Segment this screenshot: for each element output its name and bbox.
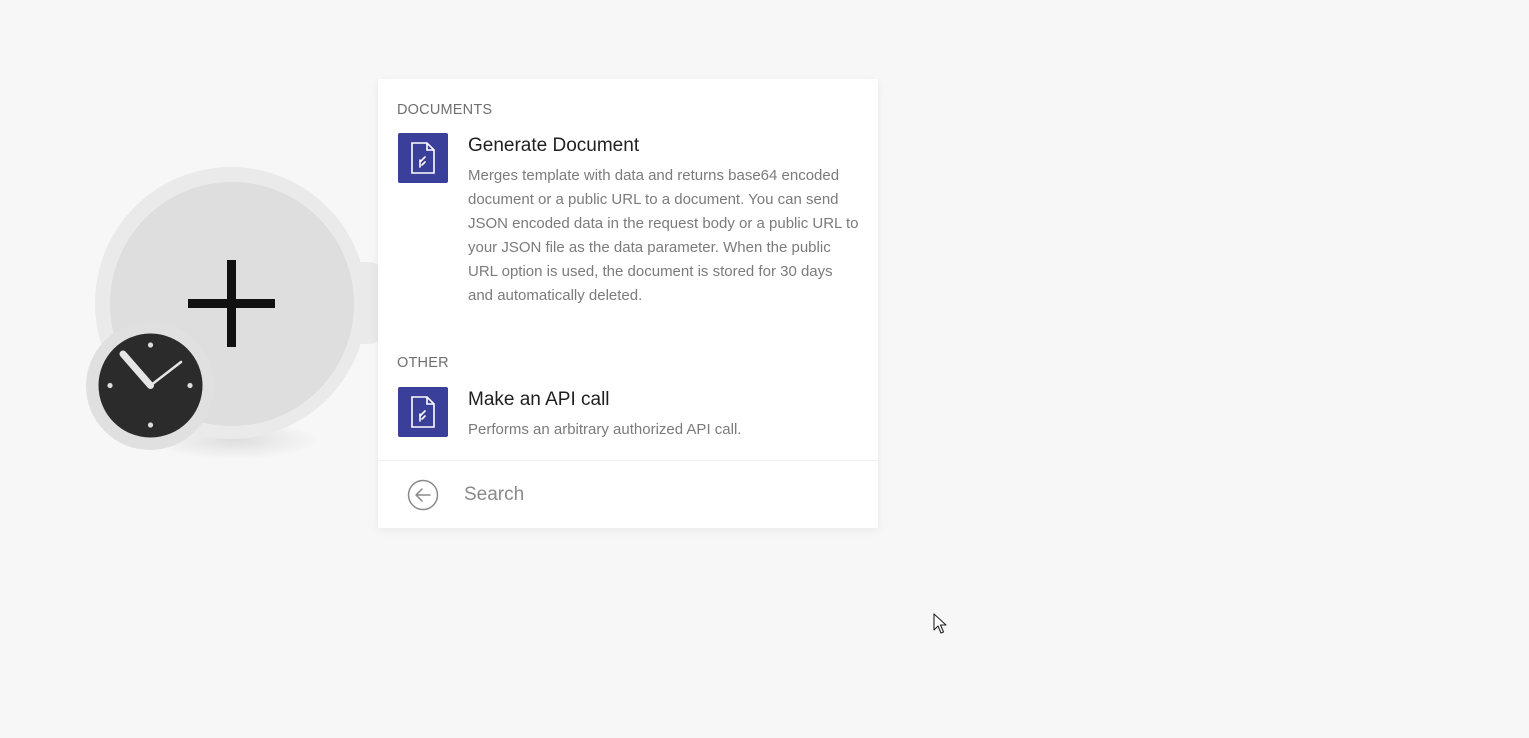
section-title-other: OTHER [397,355,449,371]
mouse-cursor-icon [933,613,947,634]
divider [378,460,878,461]
menu-item-generate-document[interactable]: Generate Document Merges template with d… [378,133,878,333]
menu-item-description: Merges template with data and returns ba… [468,167,859,304]
document-icon [398,133,448,183]
menu-item-title: Make an API call [468,389,610,410]
clock-icon[interactable] [98,333,203,438]
document-icon [398,387,448,437]
module-menu-panel: DOCUMENTS Generate Document Merges templ… [378,79,878,528]
menu-item-title: Generate Document [468,135,640,156]
menu-item-make-api-call[interactable]: Make an API call Performs an arbitrary a… [378,387,878,443]
search-input[interactable] [464,480,854,510]
menu-item-description: Performs an arbitrary authorized API cal… [468,421,742,438]
section-title-documents: DOCUMENTS [397,102,493,118]
back-arrow-icon[interactable] [407,479,439,511]
scenario-canvas: DOCUMENTS Generate Document Merges templ… [0,0,1529,738]
